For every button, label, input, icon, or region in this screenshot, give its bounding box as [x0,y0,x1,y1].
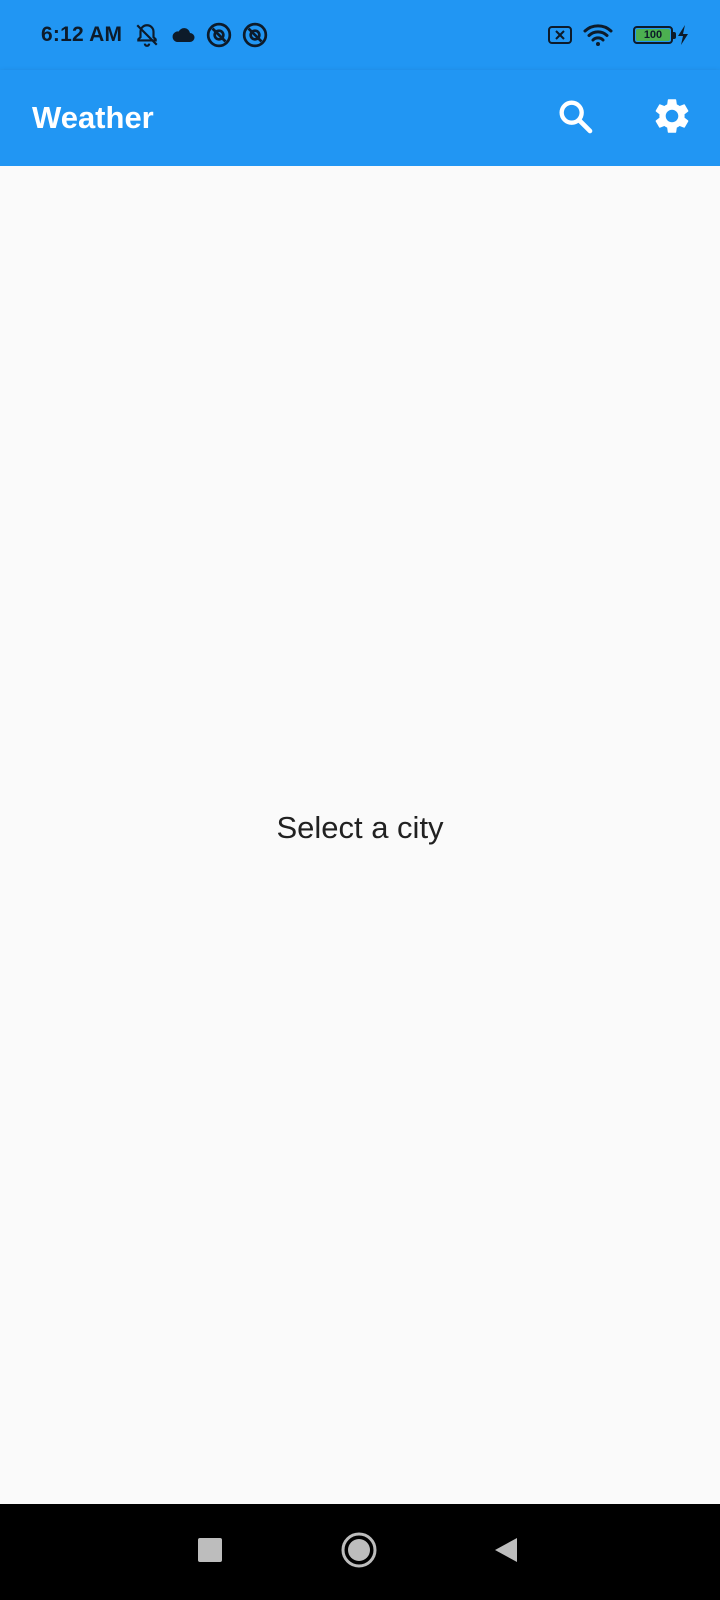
search-button[interactable] [545,88,605,148]
recents-button[interactable] [186,1528,234,1576]
back-triangle-icon [493,1536,519,1569]
status-bar-right: 100 [547,18,690,52]
back-button[interactable] [482,1528,530,1576]
status-bar: 6:12 AM 100 [0,0,720,70]
charging-bolt-icon [676,24,690,46]
battery-level: 100 [643,29,663,41]
app-bar: Weather [0,70,720,166]
wifi-icon [583,23,613,47]
battery-icon: 100 [633,26,676,44]
system-nav-bar [0,1504,720,1600]
main-content: Select a city [0,166,720,1504]
home-circle-icon [340,1531,378,1574]
home-button[interactable] [335,1528,383,1576]
status-time: 6:12 AM [41,23,123,46]
no-sim-icon [547,24,573,46]
notifications-off-icon [134,22,160,48]
app-title: Weather [32,100,154,135]
status-bar-left: 6:12 AM [41,18,278,52]
at-sign-icon [242,22,268,48]
battery-cap [673,32,676,39]
settings-button[interactable] [642,88,702,148]
at-sign-icon [206,22,232,48]
search-icon [555,96,595,141]
recents-square-icon [197,1537,223,1568]
settings-gear-icon [651,95,693,142]
cloud-icon [170,25,196,45]
empty-state-message: Select a city [276,810,444,845]
